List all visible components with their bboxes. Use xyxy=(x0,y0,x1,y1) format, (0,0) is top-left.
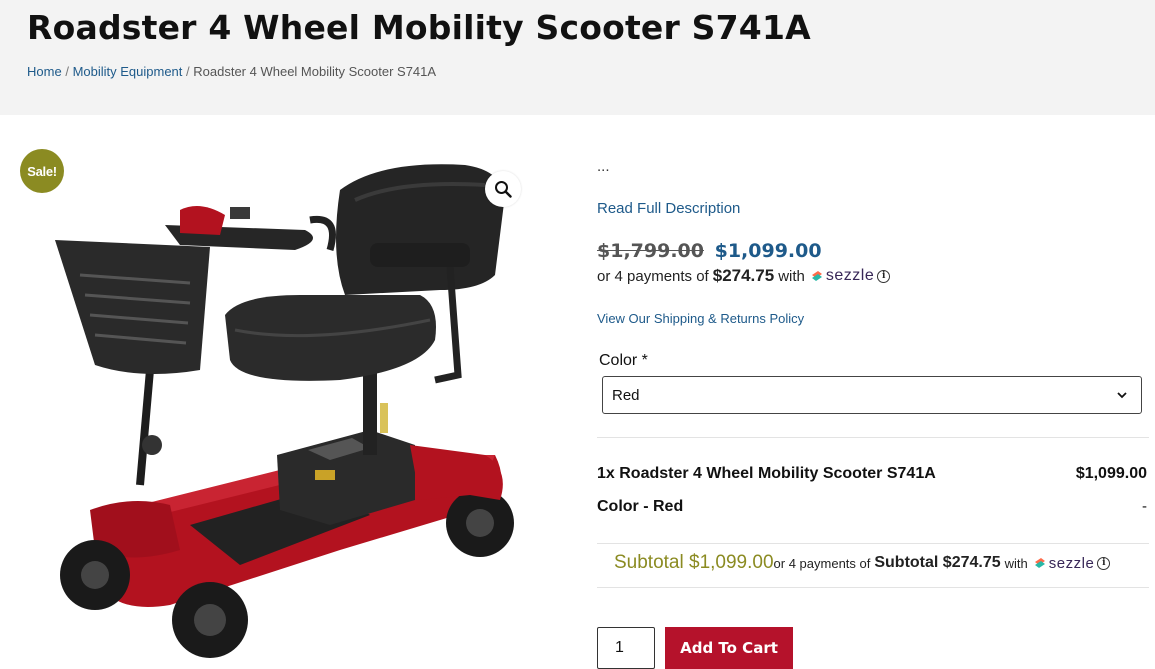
sezzle-brand: sezzle xyxy=(1048,554,1095,572)
read-full-description-link[interactable]: Read Full Description xyxy=(597,200,740,217)
breadcrumb-separator: / xyxy=(186,64,190,79)
sezzle-logo: sezzle xyxy=(1033,555,1095,572)
regular-price: $1,799.00 xyxy=(597,240,704,262)
summary-item-price: $1,099.00 xyxy=(1075,465,1147,482)
color-select[interactable]: Red xyxy=(602,376,1142,414)
summary-color: Color - Red xyxy=(597,498,684,515)
shipping-returns-link[interactable]: View Our Shipping & Returns Policy xyxy=(597,311,804,326)
divider xyxy=(597,587,1149,588)
subtotal-installment-wrap: Subtotal $274.75 xyxy=(874,554,1000,572)
info-icon[interactable]: i xyxy=(877,269,891,283)
subtotal-installments-prefix: or 4 payments of xyxy=(773,555,871,571)
subtotal-installment-amount: Subtotal $274.75 xyxy=(874,554,1001,571)
magnifier-icon xyxy=(495,181,512,198)
description-excerpt: ... xyxy=(597,158,610,175)
zoom-button[interactable] xyxy=(485,171,521,207)
installment-amount: $274.75 xyxy=(712,266,775,285)
sezzle-installments: or 4 payments of $274.75 with sezzle i xyxy=(597,266,891,286)
sezzle-logo: sezzle xyxy=(810,267,874,285)
installments-prefix: or 4 payments of xyxy=(597,267,709,285)
breadcrumb-home-link[interactable]: Home xyxy=(27,64,62,79)
subtotal: Subtotal $1,099.00 xyxy=(614,552,774,573)
quantity-input[interactable] xyxy=(597,627,655,669)
page-header: Roadster 4 Wheel Mobility Scooter S741A … xyxy=(0,0,1155,115)
page-title: Roadster 4 Wheel Mobility Scooter S741A xyxy=(27,8,811,47)
sezzle-logo-icon xyxy=(811,271,822,281)
divider xyxy=(597,437,1149,438)
sezzle-logo-icon xyxy=(1034,558,1045,568)
color-label: Color * xyxy=(599,352,648,369)
breadcrumb: Home / Mobility Equipment / Roadster 4 W… xyxy=(27,64,436,79)
sale-price: $1,099.00 xyxy=(714,240,822,262)
breadcrumb-current: Roadster 4 Wheel Mobility Scooter S741A xyxy=(193,64,437,79)
info-icon[interactable]: i xyxy=(1097,556,1111,570)
breadcrumb-separator: / xyxy=(65,64,69,79)
price-row: $1,799.00 $1,099.00 xyxy=(597,240,822,262)
breadcrumb-category-link[interactable]: Mobility Equipment xyxy=(73,64,183,79)
color-selected-value: Red xyxy=(612,386,640,404)
installments-with: with xyxy=(778,267,805,285)
summary-color-value: - xyxy=(1142,498,1147,515)
add-to-cart-button[interactable]: Add To Cart xyxy=(665,627,793,669)
divider xyxy=(597,543,1149,544)
product-image[interactable] xyxy=(40,155,520,669)
summary-item-name: 1x Roadster 4 Wheel Mobility Scooter S74… xyxy=(597,465,936,482)
subtotal-row: Subtotal $1,099.00 or 4 payments of Subt… xyxy=(614,552,1111,574)
sezzle-brand: sezzle xyxy=(825,267,875,284)
subtotal-with: with xyxy=(1004,555,1028,571)
sale-badge: Sale! xyxy=(20,149,64,193)
chevron-down-icon xyxy=(1117,392,1127,399)
